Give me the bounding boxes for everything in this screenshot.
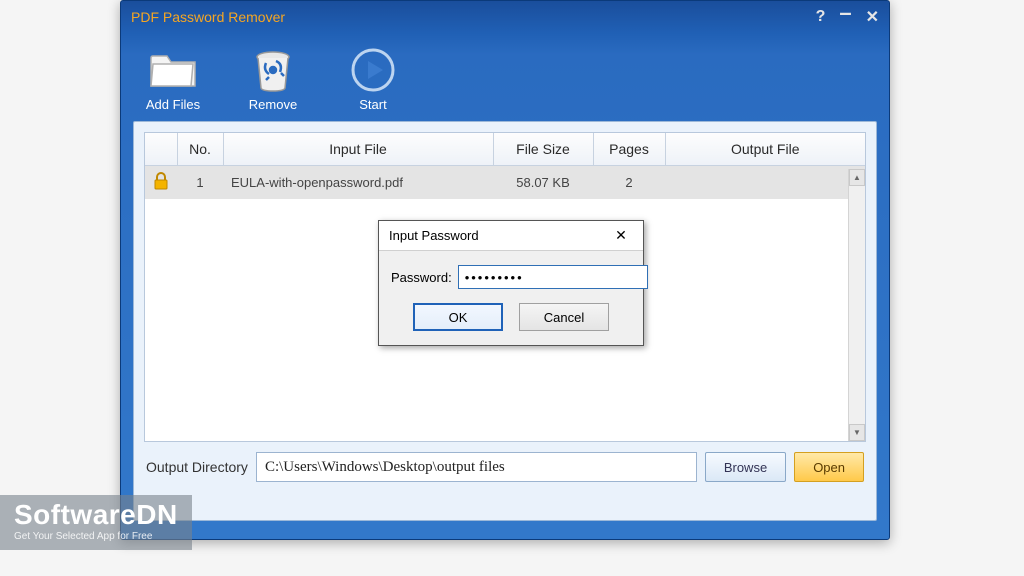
scroll-down-icon[interactable]: ▼ (849, 424, 865, 441)
col-pages[interactable]: Pages (593, 133, 665, 166)
folder-icon (148, 47, 198, 93)
help-icon[interactable]: ? (816, 8, 826, 26)
password-label: Password: (391, 270, 452, 285)
watermark-name: SoftwareDN (14, 499, 178, 531)
table-header-row: No. Input File File Size Pages Output Fi… (145, 133, 865, 166)
open-button[interactable]: Open (794, 452, 864, 482)
add-files-button[interactable]: Add Files (137, 47, 209, 112)
add-files-label: Add Files (146, 97, 200, 112)
ok-button[interactable]: OK (413, 303, 503, 331)
table-row[interactable]: 1 EULA-with-openpassword.pdf 58.07 KB 2 (145, 166, 865, 200)
window-controls: ? – ✕ (816, 4, 879, 30)
dialog-body: Password: OK Cancel (379, 251, 643, 345)
minimize-icon[interactable]: – (839, 0, 851, 26)
cancel-button[interactable]: Cancel (519, 303, 609, 331)
toolbar: Add Files Remove (121, 33, 889, 121)
remove-button[interactable]: Remove (237, 47, 309, 112)
col-lock[interactable] (145, 133, 177, 166)
dialog-titlebar[interactable]: Input Password ✕ (379, 221, 643, 251)
watermark: SoftwareDN Get Your Selected App for Fre… (0, 495, 192, 550)
vertical-scrollbar[interactable]: ▲ ▼ (848, 169, 865, 441)
titlebar[interactable]: PDF Password Remover ? – ✕ (121, 1, 889, 33)
start-label: Start (359, 97, 386, 112)
output-dir-input[interactable] (256, 452, 697, 482)
play-icon (348, 47, 398, 93)
start-button[interactable]: Start (337, 47, 409, 112)
close-icon[interactable]: ✕ (866, 7, 879, 27)
output-directory-row: Output Directory Browse Open (134, 452, 876, 494)
password-field-row: Password: (391, 265, 631, 289)
browse-button[interactable]: Browse (705, 452, 786, 482)
dialog-title: Input Password (389, 228, 479, 243)
trash-icon (248, 47, 298, 93)
password-input[interactable] (458, 265, 648, 289)
app-title: PDF Password Remover (131, 9, 285, 25)
lock-icon (145, 166, 177, 200)
col-no[interactable]: No. (177, 133, 223, 166)
dialog-close-icon[interactable]: ✕ (609, 225, 633, 247)
col-file-size[interactable]: File Size (493, 133, 593, 166)
col-input-file[interactable]: Input File (223, 133, 493, 166)
cell-file-size: 58.07 KB (493, 166, 593, 200)
output-dir-label: Output Directory (146, 459, 248, 475)
remove-label: Remove (249, 97, 297, 112)
cell-pages: 2 (593, 166, 665, 200)
cell-output-file (665, 166, 865, 200)
input-password-dialog: Input Password ✕ Password: OK Cancel (378, 220, 644, 346)
dialog-buttons: OK Cancel (391, 303, 631, 331)
scroll-up-icon[interactable]: ▲ (849, 169, 865, 186)
watermark-tagline: Get Your Selected App for Free (14, 531, 178, 542)
cell-input-file: EULA-with-openpassword.pdf (223, 166, 493, 200)
col-output-file[interactable]: Output File (665, 133, 865, 166)
cell-no: 1 (177, 166, 223, 200)
